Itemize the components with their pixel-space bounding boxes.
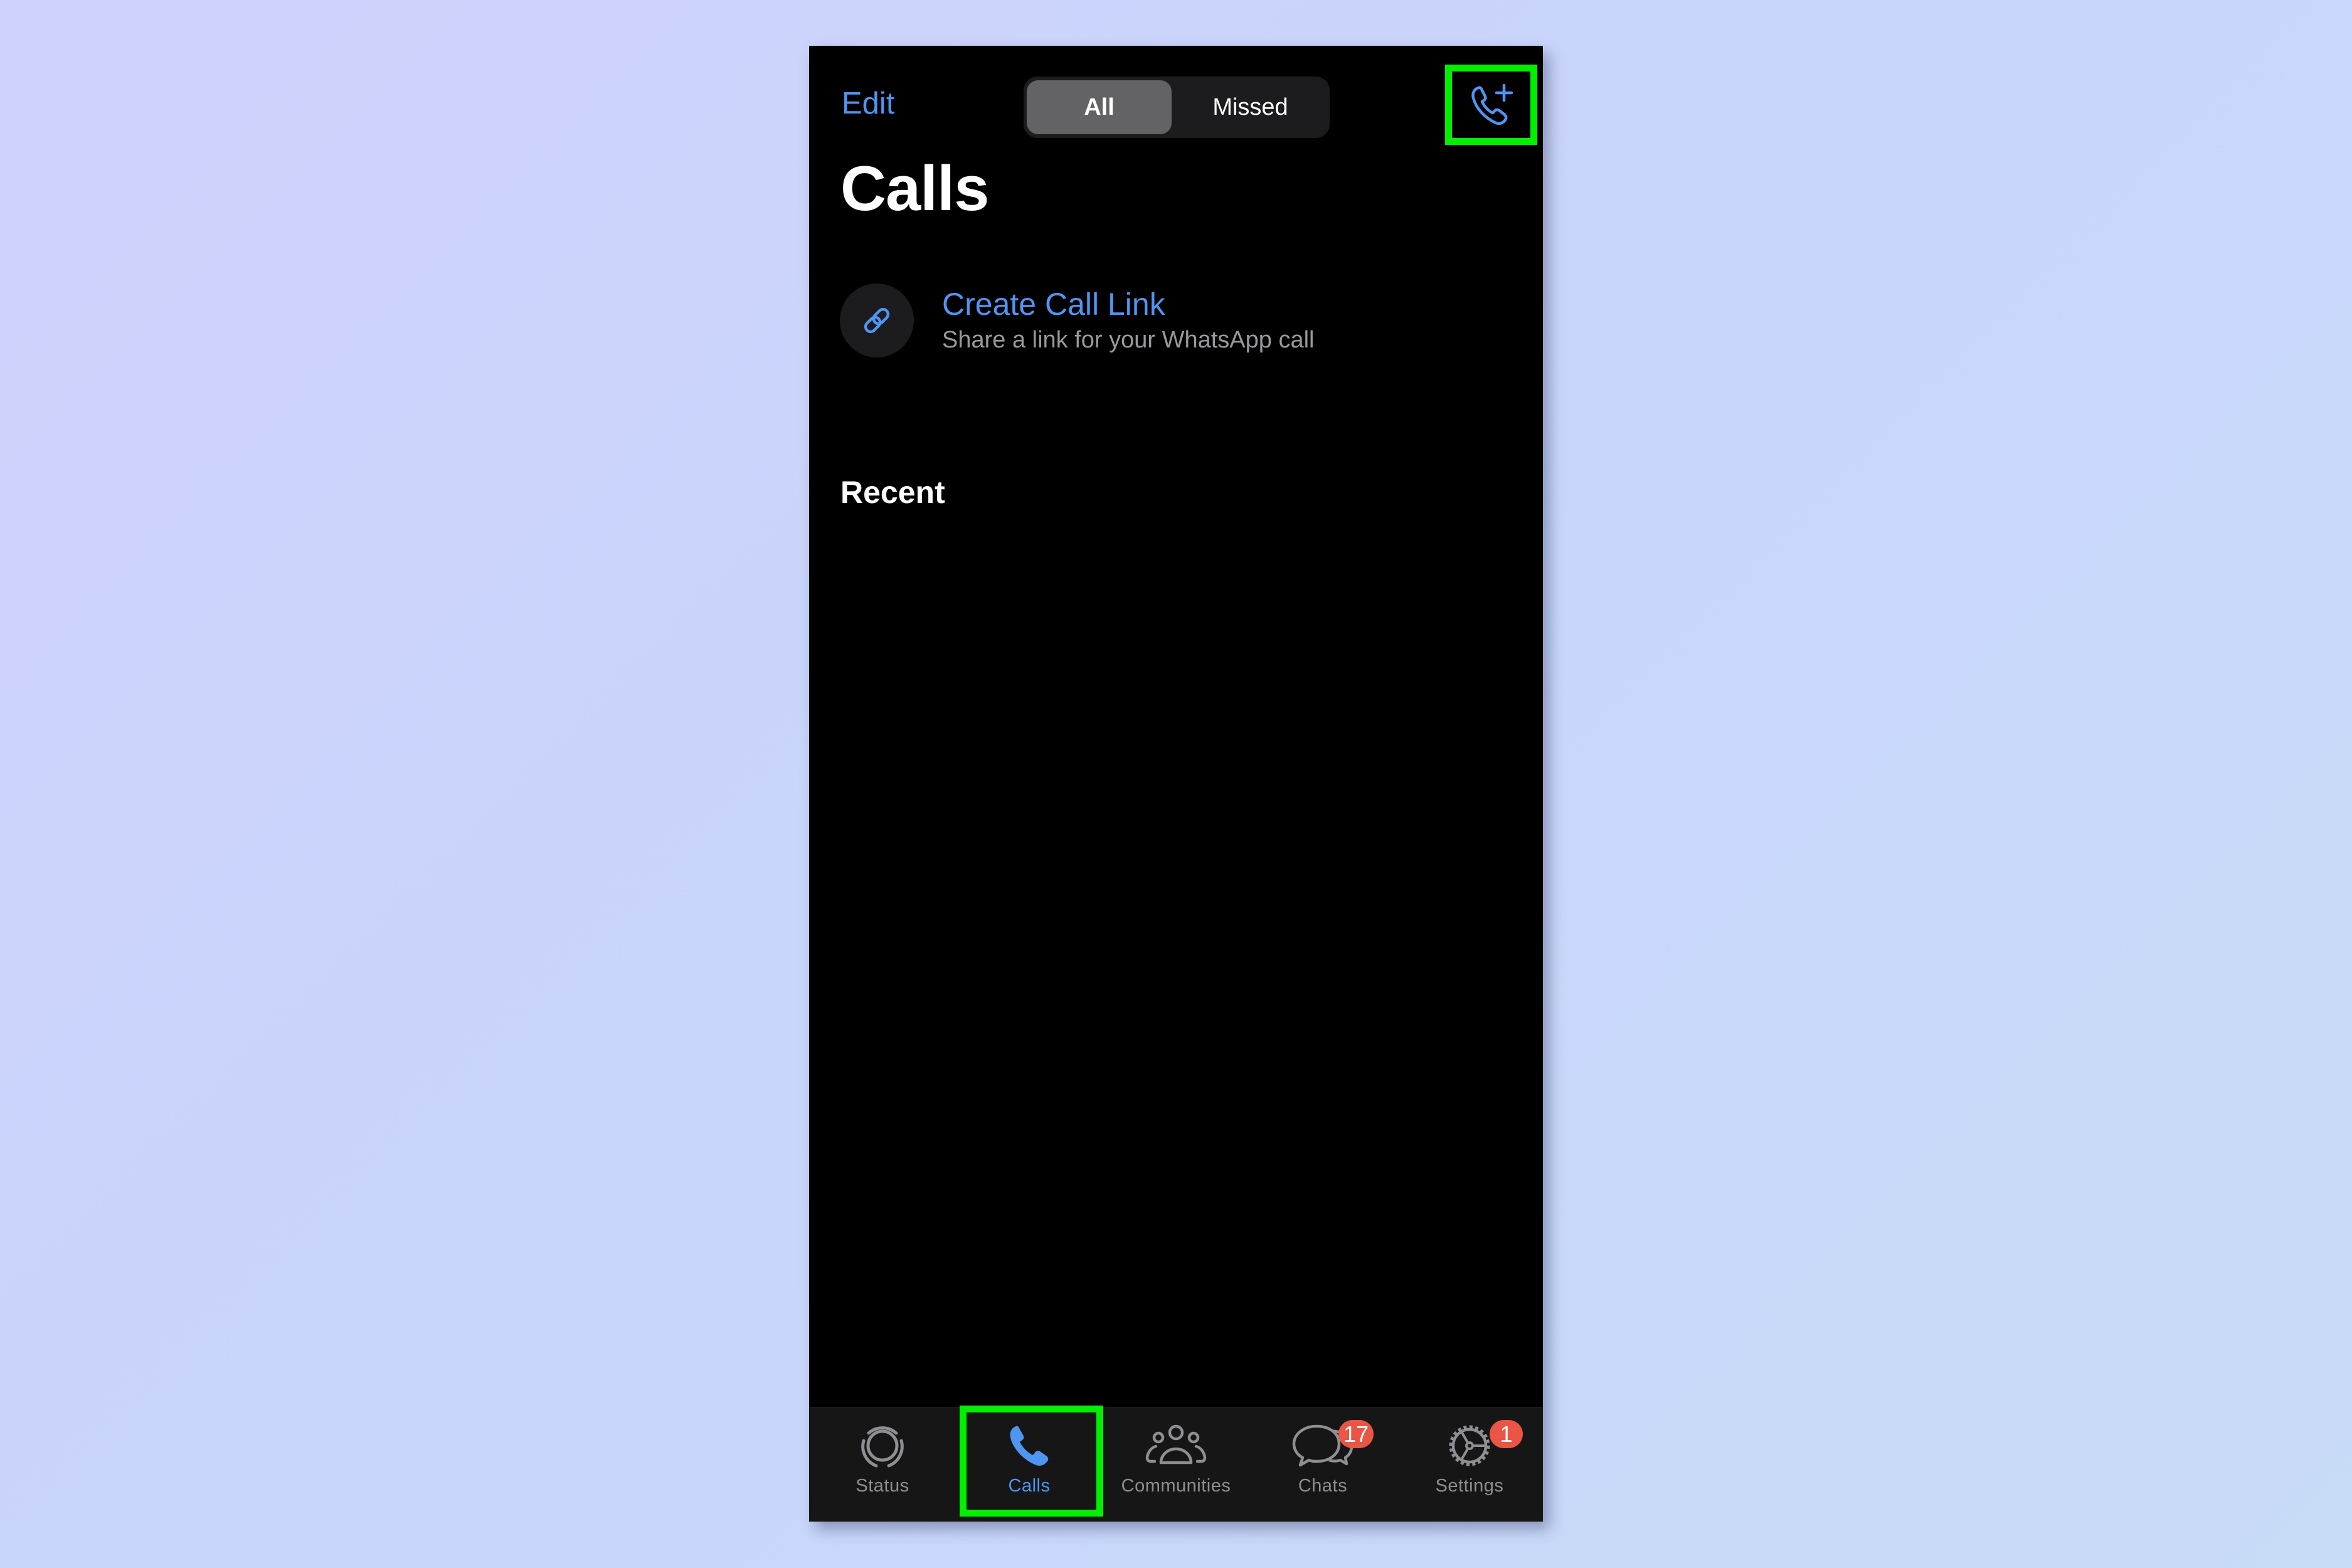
link-icon — [864, 307, 890, 334]
tab-label: Chats — [1298, 1476, 1348, 1496]
tab-bar: Status Calls Communities 17 Chats 1 Sett… — [809, 1407, 1543, 1522]
page-title: Calls — [840, 154, 989, 224]
link-icon-container — [840, 283, 914, 358]
status-icon — [861, 1426, 904, 1468]
tab-status[interactable]: Status — [809, 1408, 956, 1522]
settings-badge: 1 — [1490, 1420, 1523, 1448]
phone-plus-icon — [1471, 83, 1513, 125]
create-call-link-subtitle: Share a link for your WhatsApp call — [942, 327, 1315, 353]
tab-label: Status — [856, 1476, 909, 1496]
new-call-button[interactable] — [1445, 65, 1537, 145]
recent-heading: Recent — [840, 475, 945, 510]
tab-label: Calls — [1008, 1476, 1051, 1496]
phone-icon — [1010, 1426, 1049, 1466]
create-call-link-row[interactable]: Create Call Link Share a link for your W… — [809, 278, 1543, 366]
calls-filter-segmented-control: All Missed — [1024, 77, 1330, 138]
whatsapp-calls-screen: Edit All Missed Calls Create Call Link S… — [809, 46, 1543, 1522]
create-call-link-title: Create Call Link — [942, 287, 1165, 322]
tab-settings[interactable]: 1 Settings — [1396, 1408, 1543, 1522]
tab-label: Communities — [1121, 1476, 1231, 1496]
gear-icon — [1449, 1425, 1490, 1466]
tab-label: Settings — [1435, 1476, 1504, 1496]
recent-calls-list-redacted — [809, 522, 1543, 1407]
communities-icon — [1145, 1424, 1207, 1465]
edit-button[interactable]: Edit — [842, 88, 894, 119]
tab-communities[interactable]: Communities — [1103, 1408, 1249, 1522]
chats-unread-badge: 17 — [1338, 1420, 1374, 1448]
tab-chats[interactable]: 17 Chats — [1249, 1408, 1396, 1522]
segment-all[interactable]: All — [1027, 80, 1172, 134]
tab-calls[interactable]: Calls — [956, 1408, 1103, 1522]
segment-missed[interactable]: Missed — [1174, 80, 1327, 134]
